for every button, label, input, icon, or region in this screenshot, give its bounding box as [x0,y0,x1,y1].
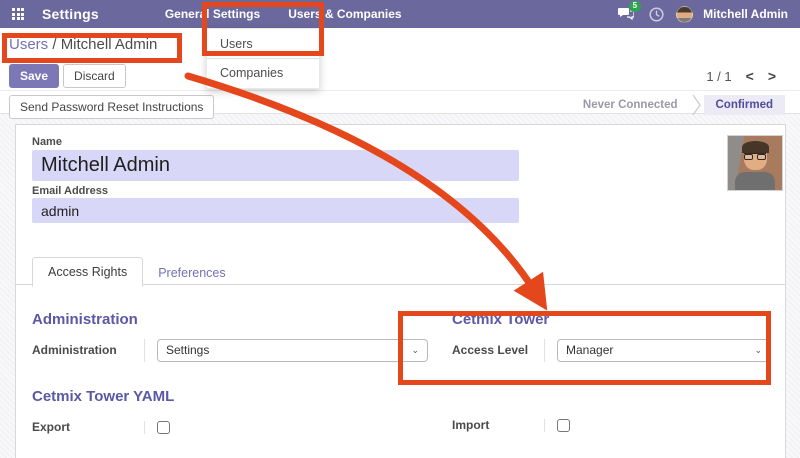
access-level-label: Access Level [452,343,544,357]
administration-field-label: Administration [32,343,144,357]
activities-clock-icon[interactable] [646,4,666,24]
chevron-down-icon: ⌄ [754,345,762,356]
group-import: Import [452,388,771,439]
breadcrumb-current: Mitchell Admin [61,36,158,53]
menu-general-settings[interactable]: General Settings [151,0,274,28]
record-pager: 1 / 1 < > [706,68,776,84]
tab-access-rights[interactable]: Access Rights [32,257,143,287]
access-level-select[interactable]: Manager ⌄ [557,339,771,362]
status-never-connected[interactable]: Never Connected [571,95,690,115]
administration-heading: Administration [32,311,428,328]
name-input[interactable] [32,150,519,181]
pager-next-icon[interactable]: > [768,68,776,84]
chevron-down-icon: ⌄ [411,345,419,356]
export-checkbox[interactable] [157,421,170,434]
cetmix-tower-heading: Cetmix Tower [452,311,771,328]
statusbar: Never Connected Confirmed [571,94,785,116]
portrait-glasses [744,153,766,159]
group-cetmix-tower-yaml: Cetmix Tower YAML Export [32,388,428,439]
access-level-select-value: Manager [566,343,613,357]
administration-select[interactable]: Settings ⌄ [157,339,428,362]
import-checkbox[interactable] [557,419,570,432]
clock-glyph [649,7,664,22]
import-field-row: Import [452,413,771,437]
name-label: Name [32,136,62,148]
administration-field-row: Administration Settings ⌄ [32,338,428,362]
discard-button[interactable]: Discard [63,64,126,88]
user-avatar-small[interactable] [676,6,693,23]
form-action-buttons: Save Discard [9,64,126,88]
access-level-field-row: Access Level Manager ⌄ [452,338,771,362]
user-profile-photo[interactable] [727,135,783,191]
breadcrumb: Users / Mitchell Admin [9,36,157,53]
messages-icon[interactable]: 5 [616,4,636,24]
group-administration: Administration Administration Settings ⌄ [32,311,428,362]
dropdown-item-users[interactable]: Users [207,32,319,56]
status-chevron-icon [692,94,702,116]
dropdown-divider [207,58,319,59]
portrait-shirt [735,172,775,191]
administration-select-value: Settings [166,343,209,357]
menu-users-companies[interactable]: Users & Companies [274,0,415,28]
notebook-tabs: Access Rights Preferences [32,257,241,287]
pager-value: 1 / 1 [706,69,731,84]
dropdown-item-companies[interactable]: Companies [207,61,319,85]
import-label: Import [452,418,544,432]
app-title[interactable]: Settings [42,6,99,22]
control-panel: Users / Mitchell Admin Save Discard 1 / … [0,28,800,114]
pager-previous-icon[interactable]: < [746,68,754,84]
form-sheet: Name Email Address Access Rights Prefere… [15,124,786,458]
object-buttons: Send Password Reset Instructions [9,95,214,119]
top-navbar: Settings General Settings Users & Compan… [0,0,800,28]
status-confirmed[interactable]: Confirmed [704,95,786,115]
breadcrumb-users-link[interactable]: Users [9,36,48,53]
export-field-row: Export [32,415,428,439]
send-password-reset-button[interactable]: Send Password Reset Instructions [9,95,214,119]
user-menu[interactable]: Mitchell Admin [703,7,788,21]
apps-grid-icon[interactable] [12,8,24,20]
tab-preferences[interactable]: Preferences [143,259,240,287]
export-label: Export [32,420,144,434]
settings-user-form-screen: Settings General Settings Users & Compan… [0,0,800,458]
topbar-right-section: 5 Mitchell Admin [616,4,800,24]
users-companies-dropdown: Users Companies [206,28,320,89]
unread-messages-badge: 5 [629,1,641,12]
save-button[interactable]: Save [9,64,59,88]
settings-groups: Administration Administration Settings ⌄… [32,311,771,439]
email-label: Email Address [32,185,108,197]
breadcrumb-separator: / [52,36,56,53]
portrait-hair [742,141,769,153]
email-input[interactable] [32,198,519,223]
control-panel-divider [0,90,800,91]
group-cetmix-tower: Cetmix Tower Access Level Manager ⌄ [452,311,771,362]
cetmix-tower-yaml-heading: Cetmix Tower YAML [32,388,428,405]
